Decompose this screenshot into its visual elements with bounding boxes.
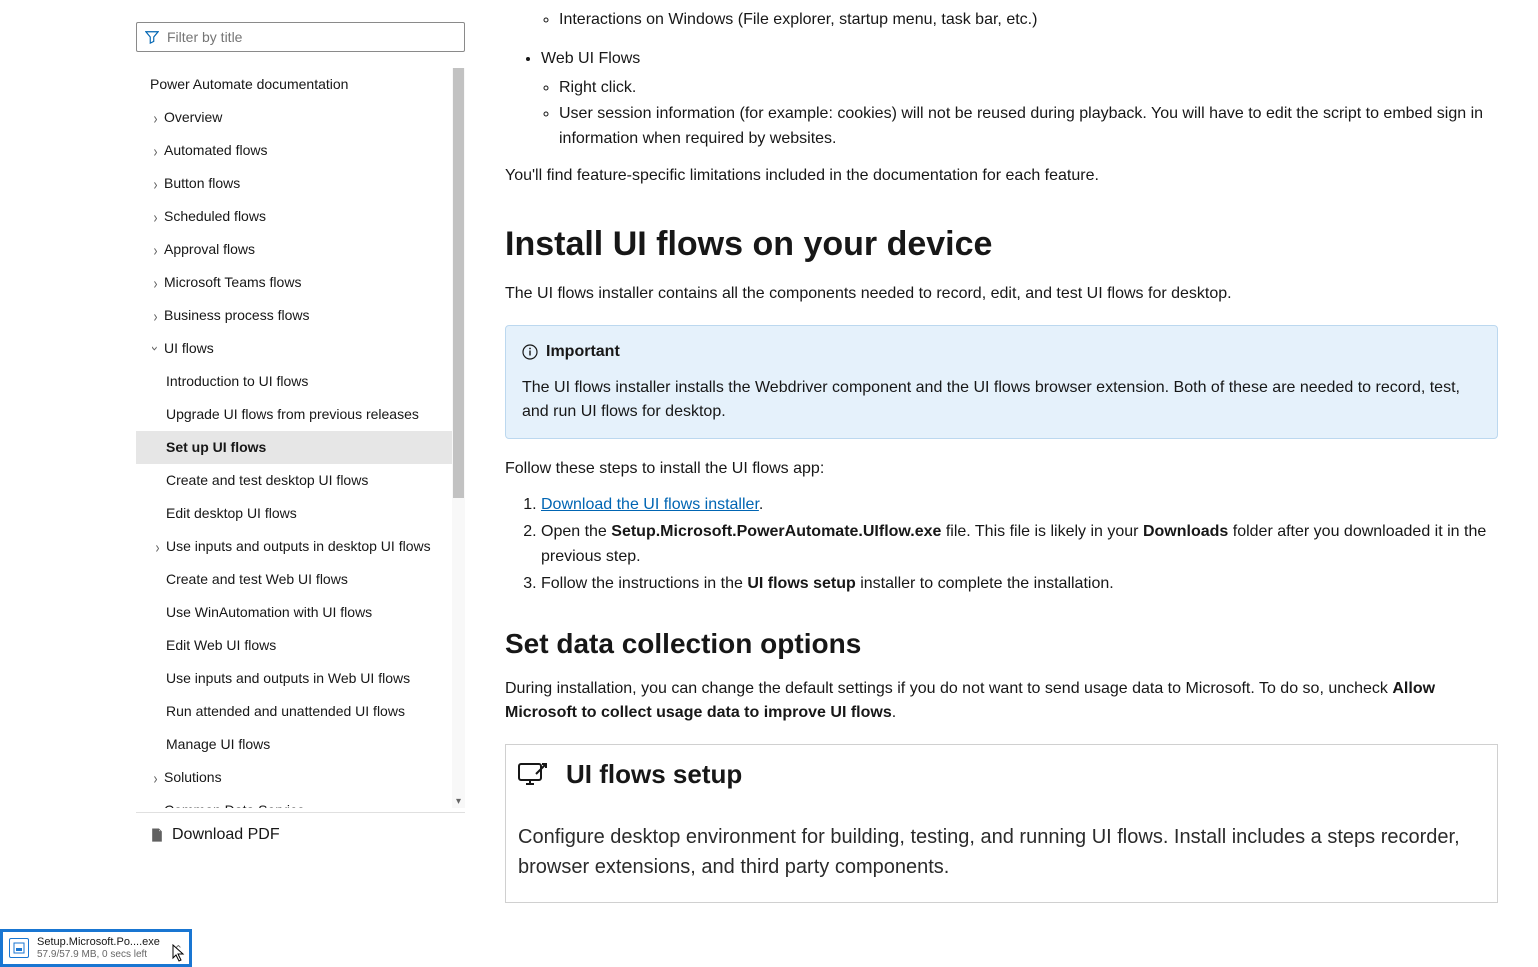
chevron-right-icon[interactable]: ›	[150, 176, 161, 190]
download-pdf-label: Download PDF	[172, 823, 280, 847]
nav-item[interactable]: Set up UI flows	[136, 431, 465, 464]
nav-item[interactable]: Create and test Web UI flows	[136, 563, 465, 596]
nav-item-label: Use WinAutomation with UI flows	[166, 602, 372, 623]
chevron-down-icon[interactable]: ›	[150, 341, 161, 355]
nav-item-label: UI flows	[164, 338, 214, 359]
chevron-right-icon[interactable]: ›	[152, 539, 163, 553]
nav-item-label: Create and test desktop UI flows	[166, 470, 368, 491]
chevron-right-icon[interactable]: ›	[150, 275, 161, 289]
download-icon	[150, 828, 164, 842]
nav-item[interactable]: ›Common Data Service	[136, 794, 465, 808]
chevron-right-icon[interactable]: ›	[150, 803, 161, 808]
nav-item[interactable]: ›Overview	[136, 101, 465, 134]
nav-item[interactable]: ›Automated flows	[136, 134, 465, 167]
download-filename: Setup.Microsoft.Po....exe	[37, 936, 160, 948]
scroll-down-icon[interactable]: ▾	[452, 795, 465, 808]
callout-title-text: Important	[546, 340, 620, 364]
setup-panel-body: Configure desktop environment for buildi…	[518, 822, 1485, 882]
nav-item[interactable]: ›Solutions	[136, 761, 465, 794]
nav-item[interactable]: Use inputs and outputs in Web UI flows	[136, 662, 465, 695]
cursor-icon	[172, 944, 186, 962]
nav-item-label: Edit desktop UI flows	[166, 503, 297, 524]
nav-item[interactable]: ›UI flows	[136, 332, 465, 365]
nav-top-link[interactable]: Power Automate documentation	[136, 68, 465, 101]
nav-item-label: Use inputs and outputs in desktop UI flo…	[166, 536, 431, 557]
nav-item-label: Overview	[164, 107, 222, 128]
chevron-right-icon[interactable]: ›	[150, 308, 161, 322]
nav-item-label: Introduction to UI flows	[166, 371, 308, 392]
nav-item-label: Run attended and unattended UI flows	[166, 701, 405, 722]
scrollbar[interactable]: ▾	[452, 68, 465, 808]
chevron-right-icon[interactable]: ›	[150, 143, 161, 157]
list-item: Follow the instructions in the UI flows …	[541, 572, 1498, 597]
important-callout: Important The UI flows installer install…	[505, 325, 1498, 439]
nav-item-label: Solutions	[164, 767, 222, 788]
paragraph: Follow these steps to install the UI flo…	[505, 457, 1498, 482]
nav-item-label: Create and test Web UI flows	[166, 569, 348, 590]
list-item: Right click.	[559, 76, 1498, 101]
setup-panel-title: UI flows setup	[566, 755, 742, 794]
nav-item-label: Automated flows	[164, 140, 268, 161]
nav-item-label: Edit Web UI flows	[166, 635, 276, 656]
chevron-right-icon[interactable]: ›	[150, 110, 161, 124]
nav-item-label: Approval flows	[164, 239, 255, 260]
nav-item-label: Manage UI flows	[166, 734, 270, 755]
chevron-right-icon[interactable]: ›	[150, 209, 161, 223]
nav-item[interactable]: Run attended and unattended UI flows	[136, 695, 465, 728]
paragraph: The UI flows installer contains all the …	[505, 282, 1498, 307]
nav-item-label: Scheduled flows	[164, 206, 266, 227]
nav-item-label: Upgrade UI flows from previous releases	[166, 404, 419, 425]
nav-item-label: Microsoft Teams flows	[164, 272, 301, 293]
chevron-right-icon[interactable]: ›	[150, 770, 161, 784]
filter-icon	[145, 30, 159, 44]
nav-item[interactable]: ›Microsoft Teams flows	[136, 266, 465, 299]
download-status: 57.9/57.9 MB, 0 secs left	[37, 949, 160, 960]
paragraph: You'll find feature-specific limitations…	[505, 164, 1498, 189]
nav-item[interactable]: ›Approval flows	[136, 233, 465, 266]
paragraph: During installation, you can change the …	[505, 677, 1498, 727]
nav-item[interactable]: Edit Web UI flows	[136, 629, 465, 662]
setup-icon	[518, 762, 548, 788]
info-icon	[522, 344, 538, 360]
nav-item[interactable]: Manage UI flows	[136, 728, 465, 761]
list-item: Web UI Flows Right click. User session i…	[541, 47, 1498, 152]
filter-input-container[interactable]	[136, 22, 465, 52]
nav-item[interactable]: Create and test desktop UI flows	[136, 464, 465, 497]
nav-item[interactable]: ›Use inputs and outputs in desktop UI fl…	[136, 530, 465, 563]
nav-item[interactable]: ›Scheduled flows	[136, 200, 465, 233]
nav-item[interactable]: Edit desktop UI flows	[136, 497, 465, 530]
setup-screenshot-panel: UI flows setup Configure desktop environ…	[505, 744, 1498, 903]
list-item: User session information (for example: c…	[559, 102, 1498, 152]
nav-item[interactable]: ›Business process flows	[136, 299, 465, 332]
nav-item[interactable]: Introduction to UI flows	[136, 365, 465, 398]
sidebar: ▾ Power Automate documentation›Overview›…	[0, 0, 465, 967]
callout-body: The UI flows installer installs the Webd…	[522, 376, 1481, 424]
list-item: Interactions on Windows (File explorer, …	[559, 8, 1498, 33]
nav-item-label: Set up UI flows	[166, 437, 266, 458]
main-content: Interactions on Windows (File explorer, …	[465, 0, 1538, 967]
nav-item-label: Use inputs and outputs in Web UI flows	[166, 668, 410, 689]
download-shelf-item[interactable]: Setup.Microsoft.Po....exe 57.9/57.9 MB, …	[0, 929, 192, 967]
installer-icon	[9, 938, 29, 958]
nav-item-label: Button flows	[164, 173, 240, 194]
nav-item-label: Common Data Service	[164, 800, 305, 808]
nav-tree: ▾ Power Automate documentation›Overview›…	[136, 68, 465, 808]
heading-data-collection: Set data collection options	[505, 623, 1498, 665]
download-pdf-button[interactable]: Download PDF	[136, 812, 465, 857]
list-item: Open the Setup.Microsoft.PowerAutomate.U…	[541, 520, 1498, 570]
download-installer-link[interactable]: Download the UI flows installer	[541, 496, 759, 513]
nav-item[interactable]: Upgrade UI flows from previous releases	[136, 398, 465, 431]
nav-item-label: Business process flows	[164, 305, 310, 326]
chevron-right-icon[interactable]: ›	[150, 242, 161, 256]
list-item: Download the UI flows installer.	[541, 493, 1498, 518]
nav-item[interactable]: Use WinAutomation with UI flows	[136, 596, 465, 629]
heading-install: Install UI flows on your device	[505, 219, 1498, 270]
filter-input[interactable]	[167, 29, 456, 45]
nav-item[interactable]: ›Button flows	[136, 167, 465, 200]
